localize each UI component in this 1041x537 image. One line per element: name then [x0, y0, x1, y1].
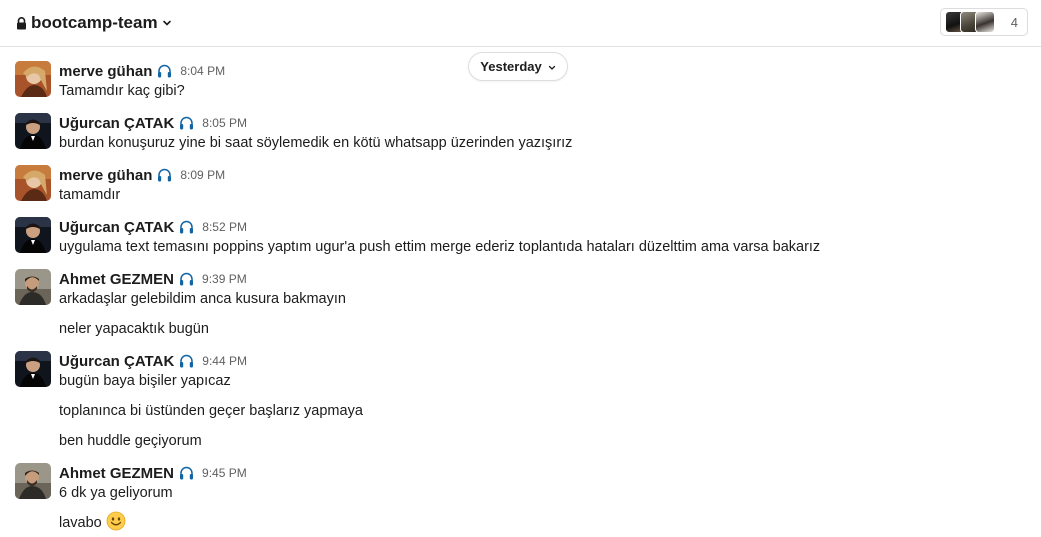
channel-title-button[interactable]: bootcamp-team — [16, 12, 172, 34]
slightly-smiling-face-icon — [106, 511, 126, 537]
timestamp[interactable]: 8:05 PM — [202, 116, 247, 130]
author-name[interactable]: Uğurcan ÇATAK — [59, 115, 174, 132]
author-name[interactable]: Uğurcan ÇATAK — [59, 353, 174, 370]
avatar[interactable] — [15, 61, 51, 97]
message-text: 6 dk ya geliyorum — [59, 485, 173, 501]
avatar[interactable] — [15, 113, 51, 149]
message-text: uygulama text temasını poppins yaptım ug… — [59, 239, 821, 255]
author-name[interactable]: Ahmet GEZMEN — [59, 271, 174, 288]
avatar[interactable] — [15, 217, 51, 253]
message-text: bugün baya bişiler yapıcaz — [59, 373, 231, 389]
headphones-icon — [179, 220, 195, 235]
message-text: ben huddle geçiyorum — [59, 433, 202, 449]
message-text: toplanınca bi üstünden geçer başlarız ya… — [59, 403, 363, 419]
author-name[interactable]: merve gühan — [59, 63, 152, 80]
timestamp[interactable]: 8:04 PM — [180, 64, 225, 78]
headphones-icon — [179, 272, 194, 287]
members-button[interactable]: 4 — [940, 8, 1028, 36]
message-text: burdan konuşuruz yine bi saat söylemedik… — [59, 135, 573, 151]
clipped-previous-message — [60, 41, 190, 47]
avatar[interactable] — [15, 165, 51, 201]
timestamp[interactable]: 9:45 PM — [202, 466, 247, 480]
channel-name: bootcamp-team — [31, 13, 158, 32]
author-name[interactable]: Uğurcan ÇATAK — [59, 219, 174, 236]
member-count: 4 — [1010, 14, 1018, 30]
headphones-icon — [179, 116, 195, 131]
avatar[interactable] — [15, 463, 51, 499]
member-avatar-3 — [975, 11, 995, 33]
timestamp[interactable]: 8:09 PM — [180, 168, 225, 182]
timestamp[interactable]: 9:39 PM — [202, 272, 247, 286]
date-divider-button[interactable]: Yesterday — [468, 52, 568, 81]
timestamp[interactable]: 9:44 PM — [202, 354, 247, 368]
chevron-down-icon — [162, 19, 172, 27]
message-text: neler yapacaktık bugün — [59, 321, 209, 337]
lock-icon — [16, 16, 27, 30]
timestamp[interactable]: 8:52 PM — [202, 220, 247, 234]
date-divider-label: Yesterday — [480, 59, 542, 74]
message-text: tamamdır — [59, 187, 121, 203]
channel-header: bootcamp-team 4 — [0, 0, 1041, 47]
message-text: Tamamdır kaç gibi? — [59, 83, 185, 99]
headphones-icon — [179, 466, 194, 481]
headphones-icon — [157, 64, 173, 79]
author-name[interactable]: merve gühan — [59, 167, 152, 184]
avatar[interactable] — [15, 269, 51, 305]
headphones-icon — [157, 168, 173, 183]
chevron-down-icon — [548, 59, 556, 74]
avatar[interactable] — [15, 351, 51, 387]
author-name[interactable]: Ahmet GEZMEN — [59, 465, 174, 482]
headphones-icon — [179, 354, 195, 369]
message-text-row: lavabo — [59, 511, 126, 531]
message-text: arkadaşlar gelebildim anca kusura bakmay… — [59, 291, 346, 307]
